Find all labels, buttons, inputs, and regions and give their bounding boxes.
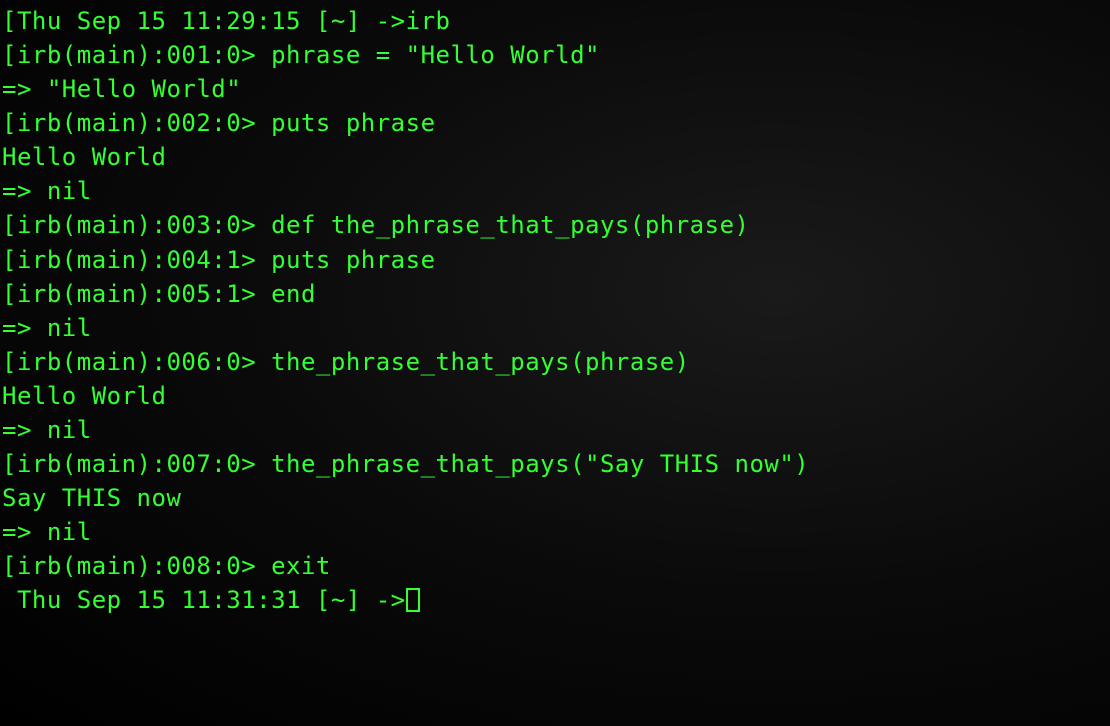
terminal-line: => nil bbox=[2, 311, 1108, 345]
terminal-line: [irb(main):006:0> the_phrase_that_pays(p… bbox=[2, 345, 1108, 379]
terminal-line: [irb(main):002:0> puts phrase bbox=[2, 106, 1108, 140]
terminal-line: => nil bbox=[2, 413, 1108, 447]
terminal-line: => nil bbox=[2, 515, 1108, 549]
terminal-prompt: Thu Sep 15 11:31:31 [~] -> bbox=[2, 586, 406, 614]
terminal-line: Say THIS now bbox=[2, 481, 1108, 515]
terminal-line: [irb(main):007:0> the_phrase_that_pays("… bbox=[2, 447, 1108, 481]
terminal-line: => "Hello World" bbox=[2, 72, 1108, 106]
terminal-line: => nil bbox=[2, 174, 1108, 208]
terminal-line: [Thu Sep 15 11:29:15 [~] ->irb bbox=[2, 4, 1108, 38]
terminal-line: [irb(main):005:1> end bbox=[2, 277, 1108, 311]
terminal-line: [irb(main):003:0> def the_phrase_that_pa… bbox=[2, 208, 1108, 242]
terminal-prompt-line[interactable]: Thu Sep 15 11:31:31 [~] -> bbox=[2, 583, 1108, 617]
terminal-line: [irb(main):001:0> phrase = "Hello World" bbox=[2, 38, 1108, 72]
cursor-icon bbox=[406, 588, 420, 612]
terminal-window[interactable]: [Thu Sep 15 11:29:15 [~] ->irb [irb(main… bbox=[2, 4, 1108, 722]
terminal-line: [irb(main):004:1> puts phrase bbox=[2, 243, 1108, 277]
terminal-line: [irb(main):008:0> exit bbox=[2, 549, 1108, 583]
terminal-line: Hello World bbox=[2, 379, 1108, 413]
terminal-line: Hello World bbox=[2, 140, 1108, 174]
